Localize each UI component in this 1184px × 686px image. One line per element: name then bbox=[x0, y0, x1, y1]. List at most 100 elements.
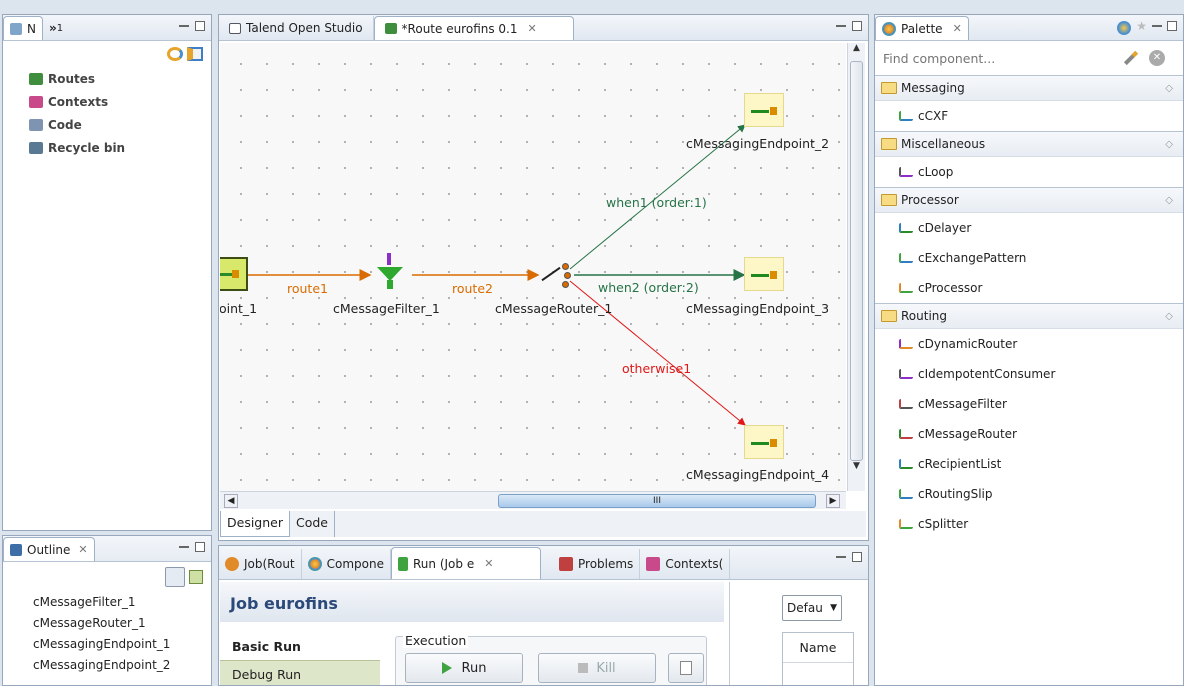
repository-tree: Routes Contexts Code Recycle bin bbox=[3, 67, 211, 159]
side-basic-run[interactable]: Basic Run bbox=[220, 634, 380, 660]
scroll-up-arrow[interactable]: ▲ bbox=[848, 43, 865, 61]
side-debug-run[interactable]: Debug Run bbox=[220, 660, 380, 685]
scroll-down-arrow[interactable]: ▼ bbox=[848, 461, 865, 479]
view-menu-icon[interactable] bbox=[187, 47, 203, 61]
designer-canvas[interactable]: cMessagingEndpoint_1 cMessageFilter_1 cM… bbox=[220, 43, 846, 499]
find-component-input[interactable] bbox=[881, 46, 1111, 70]
favorites-star-icon[interactable]: ★ bbox=[1136, 20, 1147, 35]
palette-list: Messaging ◇ cCXF Miscellaneous ◇ cLoop Process… bbox=[875, 75, 1183, 539]
tree-item-code[interactable]: Code bbox=[3, 113, 211, 136]
tab-code[interactable]: Code bbox=[290, 511, 336, 537]
tab-problems[interactable]: Problems bbox=[553, 549, 641, 579]
collapse-icon[interactable]: ◇ bbox=[1165, 311, 1173, 322]
window-icon bbox=[229, 22, 241, 34]
maximize-icon[interactable] bbox=[852, 552, 862, 562]
palette-item-cidempotentconsumer[interactable]: cIdempotentConsumer bbox=[875, 359, 1183, 389]
tab-component[interactable]: Compone bbox=[302, 549, 391, 579]
outline-item[interactable]: cMessageFilter_1 bbox=[3, 592, 211, 613]
palette-group-processor[interactable]: Processor ◇ bbox=[875, 187, 1183, 213]
palette-item-csplitter[interactable]: cSplitter bbox=[875, 509, 1183, 539]
job-title: Job eurofins bbox=[230, 594, 338, 613]
minimize-icon[interactable] bbox=[179, 546, 189, 548]
palette-item-cdynamicrouter[interactable]: cDynamicRouter bbox=[875, 329, 1183, 359]
palette-item-cdelayer[interactable]: cDelayer bbox=[875, 213, 1183, 243]
node-endpoint-4[interactable] bbox=[744, 425, 784, 459]
collapse-icon[interactable]: ◇ bbox=[1165, 139, 1173, 150]
node-endpoint-2[interactable] bbox=[744, 93, 784, 127]
crecipientlist-icon bbox=[899, 459, 913, 469]
tab-navigator[interactable]: N bbox=[3, 16, 43, 40]
tab-job-label: Job(Rout bbox=[244, 557, 295, 571]
horizontal-scroll-thumb[interactable]: III bbox=[498, 494, 816, 508]
collapse-icon[interactable]: ◇ bbox=[1165, 83, 1173, 94]
overflow-count: 1 bbox=[56, 22, 64, 34]
graphic-view-icon[interactable] bbox=[189, 570, 203, 584]
edge-route2-label: route2 bbox=[452, 281, 493, 296]
tab-overflow[interactable]: » 1 bbox=[43, 16, 69, 40]
tab-run[interactable]: Run (Job e ✕ bbox=[391, 547, 541, 579]
clear-search-icon[interactable]: ✕ bbox=[1149, 50, 1165, 66]
node-endpoint-3[interactable] bbox=[744, 257, 784, 291]
minimize-icon[interactable] bbox=[1152, 25, 1162, 27]
close-icon[interactable]: ✕ bbox=[528, 22, 537, 35]
palette-item-cmessagefilter[interactable]: cMessageFilter bbox=[875, 389, 1183, 419]
vertical-scrollbar[interactable]: ▲ ▼ bbox=[847, 43, 865, 491]
refresh-icon[interactable] bbox=[167, 47, 183, 61]
maximize-icon[interactable] bbox=[1167, 21, 1177, 31]
horizontal-scrollbar[interactable]: ◀ III ▶ bbox=[220, 491, 846, 509]
outline-item[interactable]: cMessagingEndpoint_1 bbox=[3, 634, 211, 655]
maximize-icon[interactable] bbox=[195, 542, 205, 552]
outline-item[interactable]: cMessageRouter_1 bbox=[3, 613, 211, 634]
collapse-icon[interactable]: ◇ bbox=[1165, 195, 1173, 206]
tab-outline[interactable]: Outline ✕ bbox=[3, 537, 95, 561]
tab-route-eurofins[interactable]: *Route eurofins 0.1 ✕ bbox=[373, 16, 574, 40]
tab-contexts[interactable]: Contexts( bbox=[640, 549, 731, 579]
node-endpoint-1[interactable] bbox=[220, 257, 248, 291]
node-message-filter[interactable] bbox=[372, 253, 408, 293]
maximize-icon[interactable] bbox=[852, 21, 862, 31]
close-icon[interactable]: ✕ bbox=[78, 543, 87, 556]
scroll-right-arrow[interactable]: ▶ bbox=[826, 494, 840, 508]
run-button[interactable]: Run bbox=[405, 653, 523, 683]
window-buttons bbox=[179, 21, 205, 31]
kill-button[interactable]: Kill bbox=[538, 653, 656, 683]
outline-item[interactable]: cMessagingEndpoint_2 bbox=[3, 655, 211, 676]
maximize-icon[interactable] bbox=[195, 21, 205, 31]
endpoint-square-icon bbox=[232, 270, 239, 278]
search-wand-icon[interactable] bbox=[1123, 50, 1139, 66]
tab-palette[interactable]: Palette ✕ bbox=[875, 16, 969, 40]
minimize-icon[interactable] bbox=[836, 556, 846, 558]
close-icon[interactable]: ✕ bbox=[953, 22, 962, 35]
scroll-left-arrow[interactable]: ◀ bbox=[224, 494, 238, 508]
palette-item-ccxf[interactable]: cCXF bbox=[875, 101, 1183, 131]
palette-group-miscellaneous[interactable]: Miscellaneous ◇ bbox=[875, 131, 1183, 157]
tree-item-routes[interactable]: Routes bbox=[3, 67, 211, 90]
palette-item-cexchangepattern[interactable]: cExchangePattern bbox=[875, 243, 1183, 273]
tree-item-contexts[interactable]: Contexts bbox=[3, 90, 211, 113]
palette-item-cmessagerouter[interactable]: cMessageRouter bbox=[875, 419, 1183, 449]
palette-item-crecipientlist[interactable]: cRecipientList bbox=[875, 449, 1183, 479]
palette-item-croutingslip[interactable]: cRoutingSlip bbox=[875, 479, 1183, 509]
tree-view-icon[interactable] bbox=[165, 567, 185, 587]
palette-group-routing[interactable]: Routing ◇ bbox=[875, 303, 1183, 329]
minimize-icon[interactable] bbox=[836, 25, 846, 27]
palette-item-cloop[interactable]: cLoop bbox=[875, 157, 1183, 187]
code-icon bbox=[29, 118, 43, 131]
palette-group-messaging[interactable]: Messaging ◇ bbox=[875, 75, 1183, 101]
tab-talend-open-studio[interactable]: Talend Open Studio bbox=[219, 16, 374, 40]
palette-item-label: cCXF bbox=[918, 109, 949, 123]
tree-item-recycle-bin[interactable]: Recycle bin bbox=[3, 136, 211, 159]
tab-job[interactable]: Job(Rout bbox=[219, 549, 302, 579]
close-icon[interactable]: ✕ bbox=[484, 557, 493, 570]
clear-button[interactable] bbox=[668, 653, 704, 683]
editor-panel: Talend Open Studio *Route eurofins 0.1 ✕ bbox=[218, 14, 869, 541]
palette-settings-icon[interactable] bbox=[1117, 21, 1132, 35]
minimize-icon[interactable] bbox=[179, 25, 189, 27]
name-column-header[interactable]: Name bbox=[783, 633, 853, 663]
node-message-router[interactable] bbox=[538, 255, 578, 295]
palette-item-cprocessor[interactable]: cProcessor bbox=[875, 273, 1183, 303]
tab-designer[interactable]: Designer bbox=[220, 511, 290, 537]
funnel-stem-icon bbox=[387, 280, 393, 289]
vertical-scroll-thumb[interactable] bbox=[850, 61, 863, 461]
context-select[interactable]: Defau ▼ bbox=[782, 595, 842, 621]
